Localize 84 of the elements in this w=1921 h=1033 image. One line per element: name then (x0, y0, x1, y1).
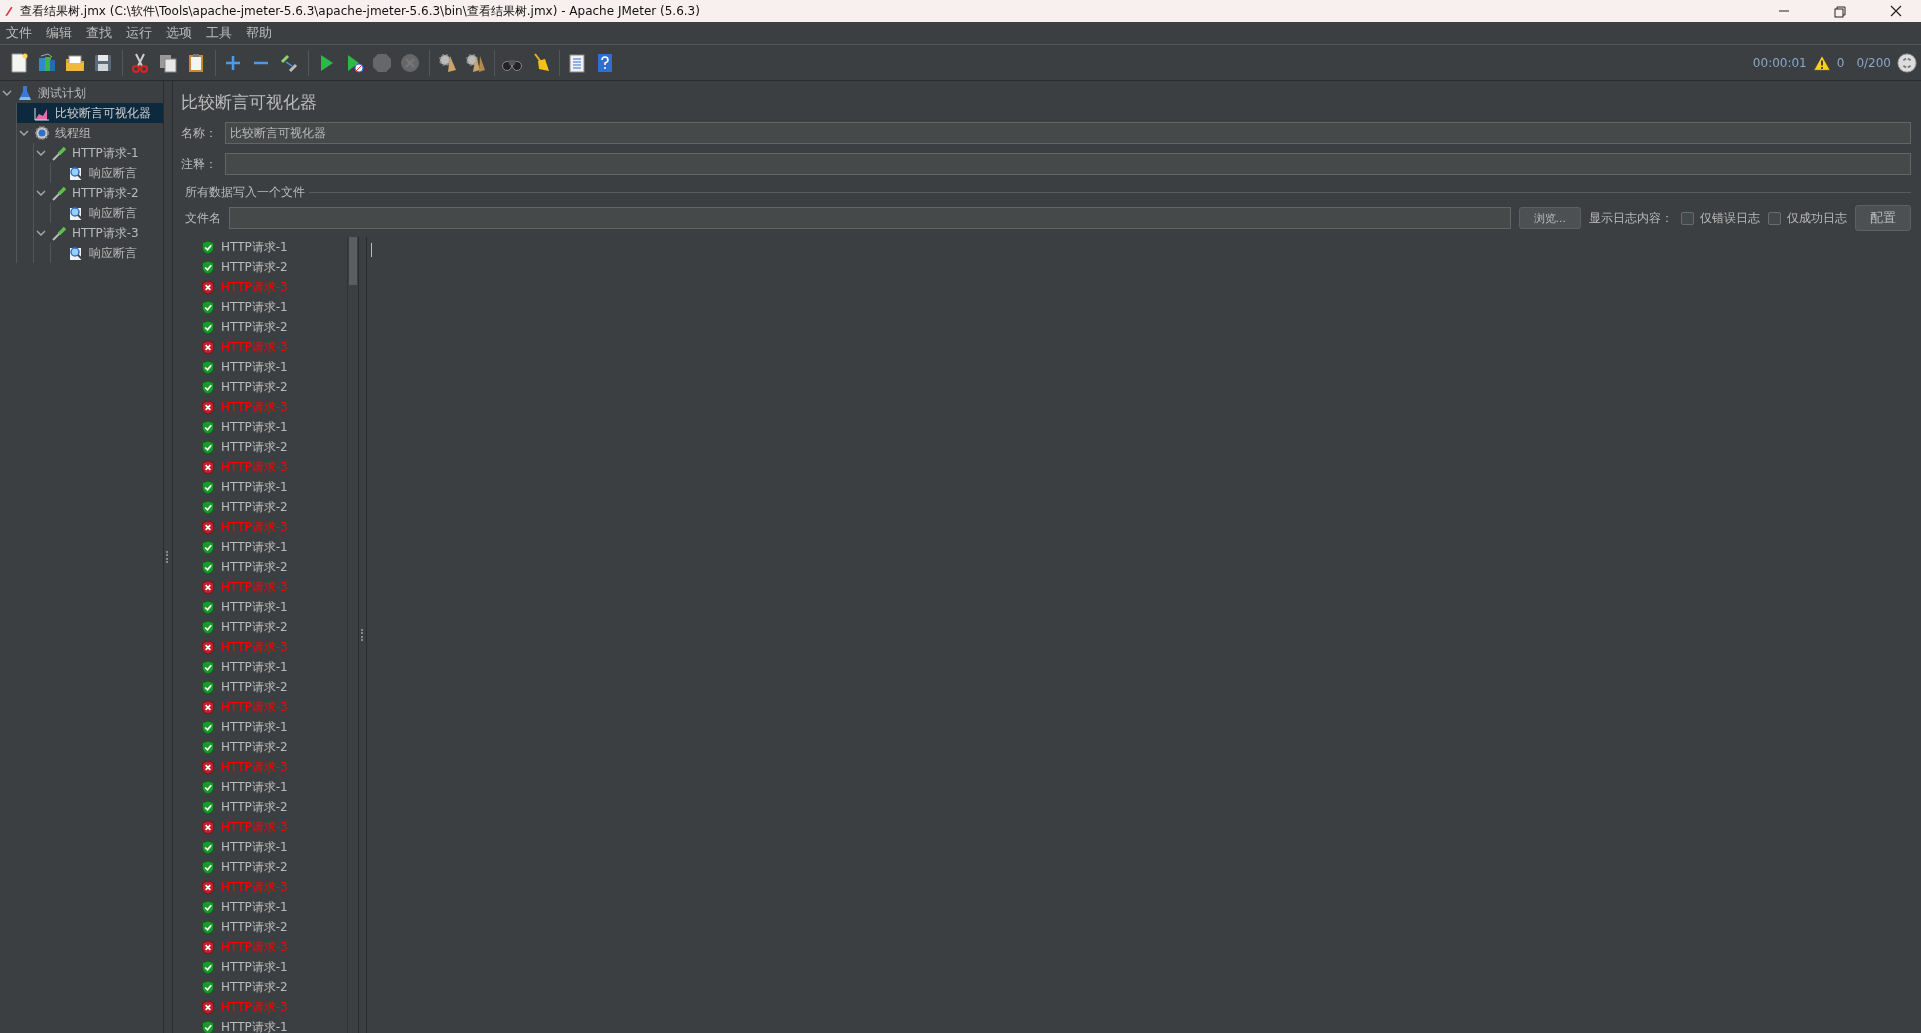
splitter-handle[interactable] (360, 629, 365, 641)
tree-item[interactable]: 响应断言 (87, 204, 139, 222)
menu-item[interactable]: 运行 (120, 24, 160, 42)
result-item[interactable]: HTTP请求-1 (221, 598, 288, 616)
result-item[interactable]: HTTP请求-2 (221, 318, 288, 336)
list-icon[interactable] (566, 51, 588, 74)
document-icon[interactable] (8, 51, 30, 74)
checkbox-label: 仅错误日志 (1700, 209, 1760, 227)
menu-item[interactable]: 选项 (160, 24, 200, 42)
result-item[interactable]: HTTP请求-2 (221, 918, 288, 936)
result-item[interactable]: HTTP请求-1 (221, 538, 288, 556)
checkbox[interactable] (1768, 211, 1781, 225)
result-item[interactable]: HTTP请求-1 (221, 298, 288, 316)
browse-button[interactable]: 浏览... (1518, 207, 1581, 229)
pipette-icon (51, 185, 67, 201)
menu-item[interactable]: 帮助 (240, 24, 280, 42)
elapsed-time: 00:00:01 (1752, 55, 1807, 70)
magnifier-icon (68, 245, 84, 261)
comment-field[interactable] (225, 153, 1911, 175)
result-item[interactable]: HTTP请求-2 (221, 858, 288, 876)
magnifier-icon (68, 205, 84, 221)
result-item[interactable]: HTTP请求-1 (221, 238, 288, 256)
result-item[interactable]: HTTP请求-2 (221, 738, 288, 756)
tree-item[interactable]: HTTP请求-1 (70, 144, 141, 162)
scrollbar-thumb[interactable] (349, 237, 357, 285)
panel-title: 比较断言可视化器 (181, 91, 318, 114)
result-item[interactable]: HTTP请求-2 (221, 438, 288, 456)
menu-item[interactable]: 工具 (200, 24, 240, 42)
result-item[interactable]: HTTP请求-2 (221, 978, 288, 996)
flask-icon (17, 85, 33, 101)
result-item[interactable]: HTTP请求-1 (221, 418, 288, 436)
tree-item[interactable]: 线程组 (53, 124, 93, 142)
tree-item[interactable]: HTTP请求-3 (70, 224, 141, 242)
menu-item[interactable]: 编辑 (40, 24, 80, 42)
warning-count: 0 (1836, 55, 1845, 70)
checkbox[interactable] (1681, 211, 1694, 225)
menu-item[interactable]: 查找 (80, 24, 120, 42)
tree-item[interactable]: 比较断言可视化器 (53, 104, 153, 122)
result-item[interactable]: HTTP请求-1 (221, 658, 288, 676)
result-item[interactable]: HTTP请求-1 (221, 718, 288, 736)
result-item[interactable]: HTTP请求-2 (221, 798, 288, 816)
menu-item[interactable]: 文件 (0, 24, 40, 42)
result-item[interactable]: HTTP请求-2 (221, 558, 288, 576)
splitter-handle[interactable] (166, 551, 170, 563)
field-label: 名称： (181, 124, 217, 142)
scissors-icon[interactable] (129, 51, 151, 74)
magnifier-icon (68, 165, 84, 181)
result-item[interactable]: HTTP请求-2 (221, 258, 288, 276)
name-field[interactable]: 比较断言可视化器 (225, 122, 1911, 144)
chart-icon (34, 105, 50, 121)
result-item[interactable]: HTTP请求-2 (221, 618, 288, 636)
tree-item[interactable]: HTTP请求-2 (70, 184, 141, 202)
tree-item[interactable]: 测试计划 (36, 84, 88, 102)
result-item[interactable]: HTTP请求-2 (221, 498, 288, 516)
field-label: 文件名 (185, 209, 221, 227)
result-item[interactable]: HTTP请求-1 (221, 478, 288, 496)
feather-icon (4, 4, 14, 18)
pipette-icon (51, 225, 67, 241)
status-icon (1897, 52, 1917, 73)
window-title: 查看结果树.jmx (C:\软件\Tools\apache-jmeter-5.6.3\apache-jmeter-5.6.3\bin\查看结果树.jmx) - Apache JMeter (5.6.3) (20, 2, 700, 20)
config-button[interactable]: 配置 (1855, 205, 1911, 231)
result-item[interactable]: HTTP请求-1 (221, 778, 288, 796)
filename-field[interactable] (229, 207, 1511, 229)
result-item[interactable]: HTTP请求-1 (221, 358, 288, 376)
checkbox-label: 仅成功日志 (1787, 209, 1847, 227)
gear-icon (34, 125, 50, 141)
result-item[interactable]: HTTP请求-2 (221, 678, 288, 696)
tree-item[interactable]: 响应断言 (87, 244, 139, 262)
warning-icon[interactable] (1812, 53, 1831, 72)
group-title: 所有数据写入一个文件 (185, 184, 305, 201)
broom-gear-icon[interactable] (464, 51, 486, 74)
text-cursor (371, 243, 372, 257)
books-icon[interactable] (36, 51, 58, 74)
field-label: 注释： (181, 155, 217, 173)
result-item[interactable]: HTTP请求-1 (221, 898, 288, 916)
log-label: 显示日志内容： (1589, 209, 1673, 227)
thread-count: 0/200 (1856, 55, 1891, 70)
result-item[interactable]: HTTP请求-1 (221, 838, 288, 856)
result-item[interactable]: HTTP请求-2 (221, 378, 288, 396)
pipette-icon (51, 145, 67, 161)
broom-gear-icon[interactable] (436, 51, 458, 74)
result-item[interactable]: HTTP请求-1 (221, 958, 288, 976)
tree-item[interactable]: 响应断言 (87, 164, 139, 182)
result-item[interactable]: HTTP请求-1 (221, 1018, 288, 1033)
